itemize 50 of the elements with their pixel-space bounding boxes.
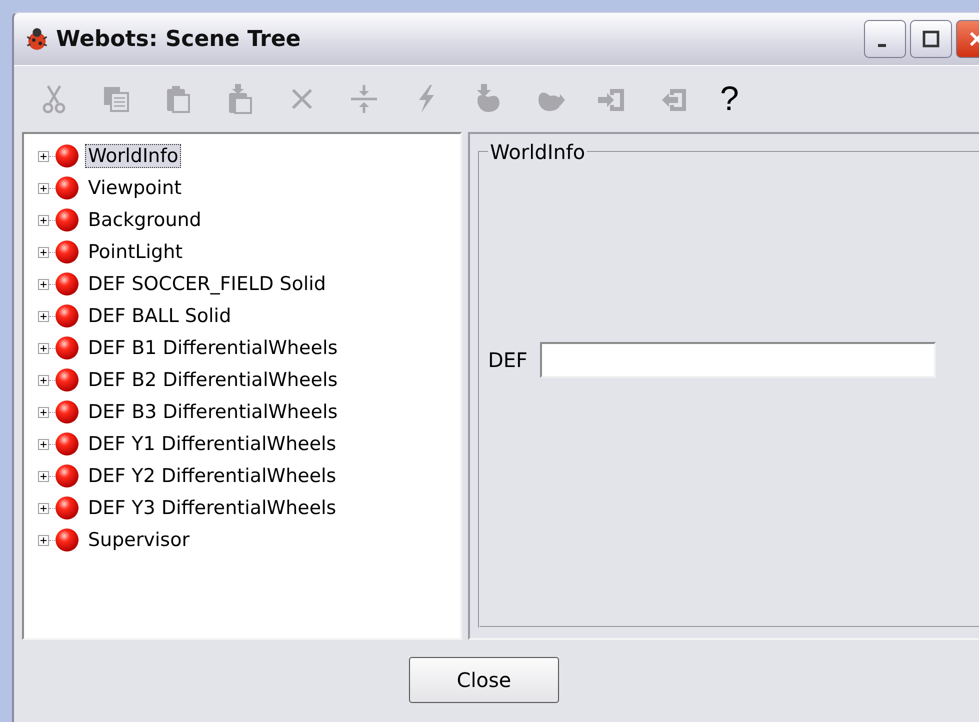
sphere-icon [55, 400, 79, 424]
tree-item[interactable]: Viewpoint [85, 176, 185, 200]
minimize-button[interactable] [864, 20, 906, 58]
expand-icon[interactable] [38, 182, 49, 194]
group-title: WorldInfo [489, 140, 586, 164]
expand-icon[interactable] [38, 310, 49, 322]
minimize-icon [878, 44, 886, 46]
tree-item[interactable]: PointLight [85, 240, 186, 264]
ladybug-icon [24, 26, 50, 52]
sphere-icon [55, 368, 79, 392]
tree-item[interactable]: DEF B2 DifferentialWheels [85, 368, 341, 392]
maximize-icon [921, 29, 941, 49]
sphere-icon [55, 304, 79, 328]
expand-icon[interactable] [38, 406, 49, 418]
help-button[interactable]: ? [720, 82, 739, 116]
tree-item[interactable]: DEF SOCCER_FIELD Solid [85, 272, 329, 296]
expand-icon[interactable] [38, 246, 49, 258]
expand-icon[interactable] [38, 534, 49, 546]
sphere-icon [55, 240, 79, 264]
tree-item[interactable]: DEF Y1 DifferentialWheels [85, 432, 340, 456]
expand-icon[interactable] [38, 502, 49, 514]
expand-icon[interactable] [38, 150, 49, 162]
sphere-icon [55, 432, 79, 456]
expand-icon[interactable] [38, 214, 49, 226]
expand-icon[interactable] [38, 470, 49, 482]
sphere-icon [55, 272, 79, 296]
sphere-icon [55, 208, 79, 232]
sphere-icon [55, 336, 79, 360]
sphere-icon [55, 496, 79, 520]
sphere-icon [55, 464, 79, 488]
expand-icon[interactable] [38, 374, 49, 386]
expand-icon[interactable] [38, 438, 49, 450]
tree-item[interactable]: Background [85, 208, 204, 232]
def-label: DEF [488, 348, 528, 372]
tree-item[interactable]: WorldInfo [85, 144, 182, 168]
tree-item[interactable]: DEF BALL Solid [85, 304, 234, 328]
window-title: Webots: Scene Tree [56, 26, 301, 52]
tree-item[interactable]: DEF Y3 DifferentialWheels [85, 496, 340, 520]
tree-item[interactable]: DEF B1 DifferentialWheels [85, 336, 341, 360]
sphere-icon [55, 176, 79, 200]
sphere-icon [55, 528, 79, 552]
close-dialog-button[interactable]: Close [409, 657, 559, 703]
maximize-button[interactable] [910, 20, 952, 58]
def-input-field[interactable] [540, 342, 936, 378]
sphere-icon [55, 144, 79, 168]
tree-item[interactable]: Supervisor [85, 528, 193, 552]
expand-icon[interactable] [38, 342, 49, 354]
expand-icon[interactable] [38, 278, 49, 290]
tree-item[interactable]: DEF B3 DifferentialWheels [85, 400, 341, 424]
tree-item[interactable]: DEF Y2 DifferentialWheels [85, 464, 340, 488]
